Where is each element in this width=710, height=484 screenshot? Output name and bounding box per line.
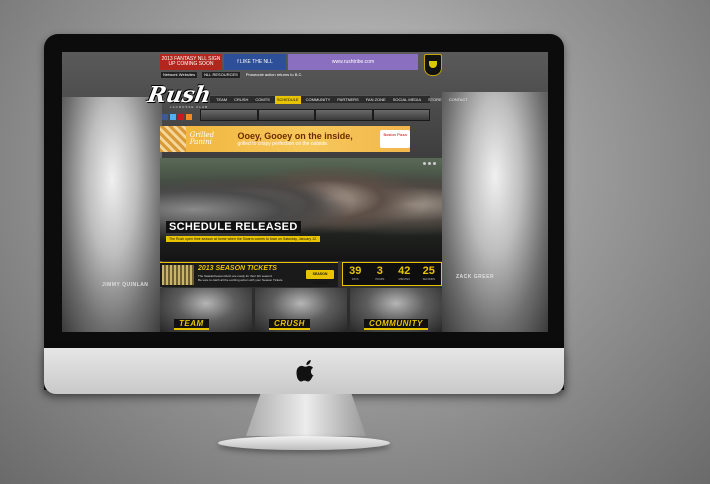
nav-item-store[interactable]: STORE	[426, 96, 444, 104]
hero-slider[interactable]: SCHEDULE RELEASED The Rush open their se…	[160, 158, 442, 261]
promo-subline: grilled to crispy perfection on the outs…	[237, 140, 329, 147]
sponsor-thumb[interactable]	[316, 110, 372, 120]
tile-team[interactable]: TEAM	[160, 288, 252, 332]
sponsor-thumb[interactable]	[201, 110, 257, 120]
news-ticker[interactable]: Prosecute action returns to B.C.	[244, 72, 305, 78]
slider-dot[interactable]	[423, 162, 426, 165]
rss-icon[interactable]	[186, 114, 192, 120]
athlete-right-caption: ZACK GREER	[456, 274, 495, 280]
nav-item-comts[interactable]: COMTS	[253, 96, 271, 104]
nav-item-contact[interactable]: CONTACT	[447, 96, 470, 104]
top-ad-bar: 2013 FANTASY NLL SIGN UP COMING SOON f L…	[160, 54, 418, 70]
slider-dot[interactable]	[428, 162, 431, 165]
season-tickets-button[interactable]: SEASON TICKETS	[306, 270, 334, 285]
network-bar: Network Websites NLL RESOURCES Prosecute…	[160, 70, 418, 79]
nav-item-fan-zone[interactable]: FAN ZONE	[364, 96, 388, 104]
promo-brand: Grilled Panini	[189, 131, 215, 146]
partner-logo: Boston Pizza	[380, 130, 410, 148]
countdown-timer: 39 DAYS 3 HOURS 42 MINUTES 25 SECONDS	[342, 262, 442, 286]
countdown-seconds: 25 SECONDS	[422, 265, 435, 281]
facebook-icon[interactable]	[162, 114, 168, 120]
sponsor-thumb[interactable]	[258, 110, 314, 120]
nav-item-social-media[interactable]: SOCIAL MEDIA	[391, 96, 423, 104]
nll-resources-button[interactable]: NLL RESOURCES	[201, 70, 241, 79]
nav-item-team[interactable]: TEAM	[214, 96, 229, 104]
hero-players-image	[160, 158, 442, 261]
tickets-title: 2013 SEASON TICKETS	[198, 265, 277, 272]
apple-logo-icon	[296, 360, 314, 382]
nav-item-crush[interactable]: CRUSH	[232, 96, 250, 104]
sponsor-strip	[200, 109, 430, 121]
rushtribe-ad[interactable]: www.rushtribe.com	[288, 54, 418, 70]
nav-item-community[interactable]: COMMUNITY	[304, 96, 333, 104]
monitor-stand	[246, 394, 366, 436]
countdown-minutes: 42 MINUTES	[398, 265, 411, 281]
screen: JIMMY QUINLAN ZACK GREER 2013 FANTASY NL…	[62, 52, 548, 332]
sponsor-thumb[interactable]	[373, 110, 429, 120]
facebook-like-ad[interactable]: f LIKE THE NLL	[224, 54, 286, 70]
feature-tiles: TEAM CRUSH COMMUNITY	[160, 288, 442, 332]
social-icons	[162, 114, 192, 120]
slider-dot[interactable]	[433, 162, 436, 165]
athlete-right-image	[442, 92, 548, 332]
athlete-left-image	[62, 97, 162, 332]
hero-title: SCHEDULE RELEASED	[166, 221, 301, 233]
tickets-line-2: Be sure to catch all the exciting action…	[198, 278, 284, 282]
tile-community[interactable]: COMMUNITY	[350, 288, 442, 332]
nll-shield-icon[interactable]	[424, 54, 442, 76]
arena-image	[162, 265, 194, 285]
slider-dots	[423, 162, 436, 165]
fantasy-ad[interactable]: 2013 FANTASY NLL SIGN UP COMING SOON	[160, 54, 222, 70]
network-select[interactable]: Network Websites	[160, 70, 199, 79]
scene-background: JIMMY QUINLAN ZACK GREER 2013 FANTASY NL…	[0, 0, 710, 484]
promo-copy: Ooey, Gooey on the inside, grilled to cr…	[237, 130, 376, 147]
athlete-left-caption: JIMMY QUINLAN	[102, 282, 149, 288]
nav-item-partners[interactable]: PARTNERS	[335, 96, 360, 104]
tile-community-label: COMMUNITY	[364, 319, 428, 330]
season-tickets-panel: 2013 SEASON TICKETS The Saskatchewan Rus…	[160, 262, 338, 287]
countdown-hours: 3 HOURS	[375, 265, 385, 281]
promo-headline: Ooey, Gooey on the inside,	[237, 130, 353, 141]
main-nav: TEAM CRUSH COMTS SCHEDULE COMMUNITY PART…	[210, 95, 468, 104]
panini-image	[160, 126, 186, 152]
nav-item-schedule[interactable]: SCHEDULE	[274, 95, 301, 104]
tile-team-label: TEAM	[174, 319, 209, 330]
countdown-days: 39 DAYS	[349, 265, 362, 281]
tile-crush-label: CRUSH	[269, 319, 310, 330]
twitter-icon[interactable]	[170, 114, 176, 120]
promo-banner[interactable]: Grilled Panini Ooey, Gooey on the inside…	[160, 126, 410, 152]
monitor-foot	[218, 436, 390, 450]
youtube-icon[interactable]	[178, 114, 184, 120]
tile-crush[interactable]: CRUSH	[255, 288, 347, 332]
hero-subtitle: The Rush open their season at home when …	[166, 236, 320, 242]
